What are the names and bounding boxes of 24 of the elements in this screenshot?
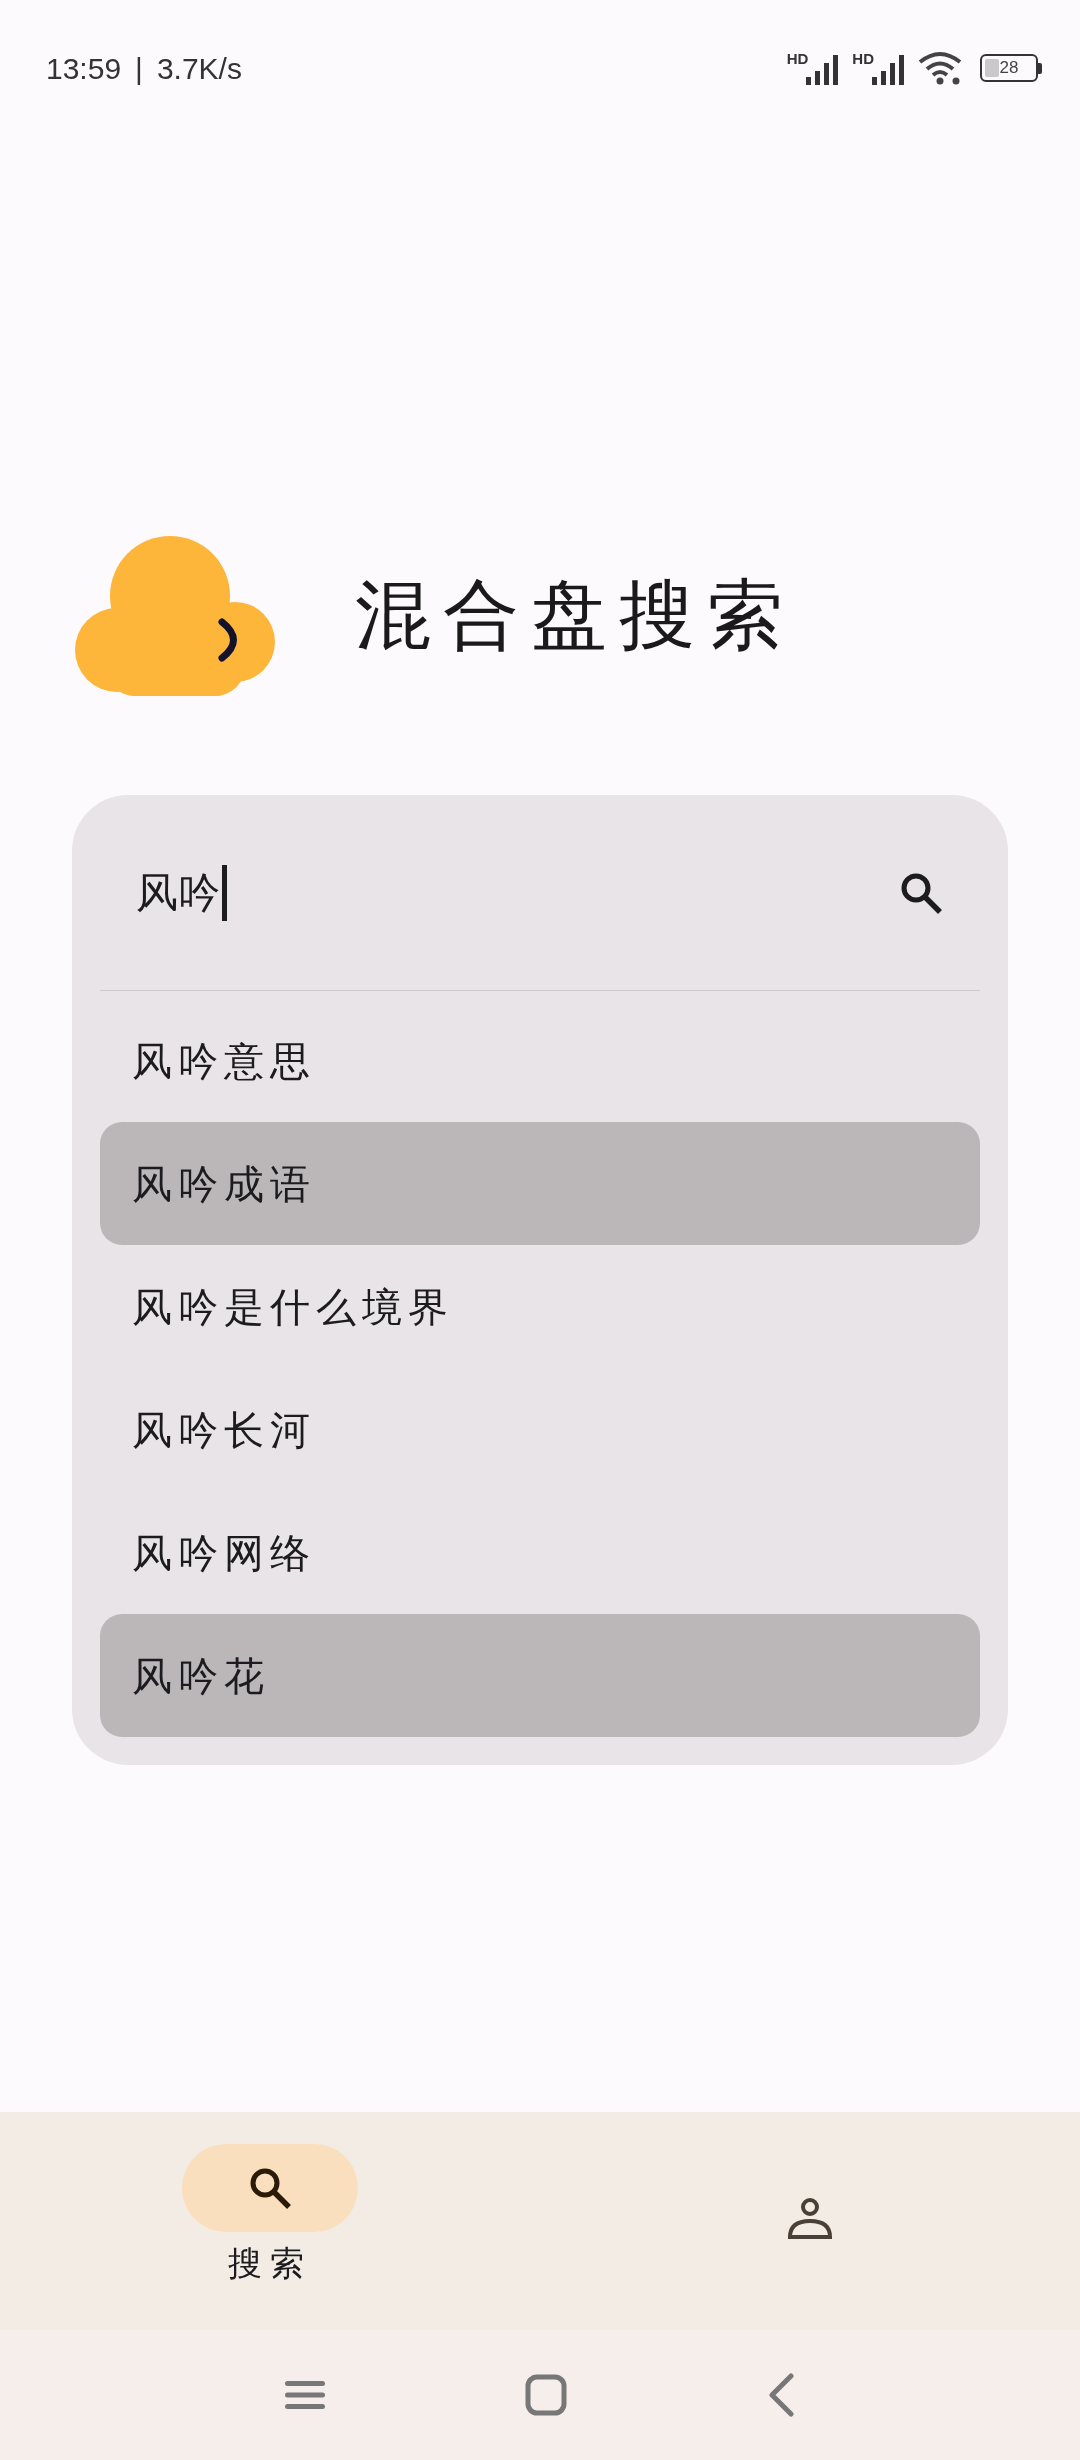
nav-label: 搜索 — [228, 2242, 312, 2285]
clock-time: 13:59 — [46, 50, 122, 87]
app-title: 混合盘搜索 — [355, 569, 795, 661]
home-square-icon[interactable] — [525, 2374, 567, 2416]
menu-icon[interactable] — [285, 2380, 325, 2410]
battery-fill — [985, 59, 999, 77]
status-separator: | — [135, 50, 143, 87]
suggestion-item[interactable]: 风吟花 — [100, 1614, 980, 1737]
hd-label: HD — [852, 51, 874, 66]
network-speed: 3.7K/s — [156, 50, 242, 87]
person-icon — [787, 2195, 833, 2241]
signal-icon — [872, 55, 904, 85]
signal-icon — [806, 55, 839, 85]
search-field[interactable]: 风吟 — [136, 861, 898, 924]
suggestion-item[interactable]: 风吟是什么境界 — [100, 1245, 980, 1368]
wifi-icon — [918, 50, 962, 86]
cloud-logo-icon — [75, 534, 275, 696]
suggestion-item[interactable]: 风吟成语 — [100, 1122, 980, 1245]
battery-percent: 28 — [999, 57, 1019, 80]
suggestion-item[interactable]: 风吟长河 — [100, 1368, 980, 1491]
back-icon[interactable] — [767, 2373, 795, 2417]
suggestion-item[interactable]: 风吟网络 — [100, 1491, 980, 1614]
hd-label: HD — [786, 51, 809, 66]
suggestion-item[interactable]: 风吟意思 — [100, 999, 980, 1122]
